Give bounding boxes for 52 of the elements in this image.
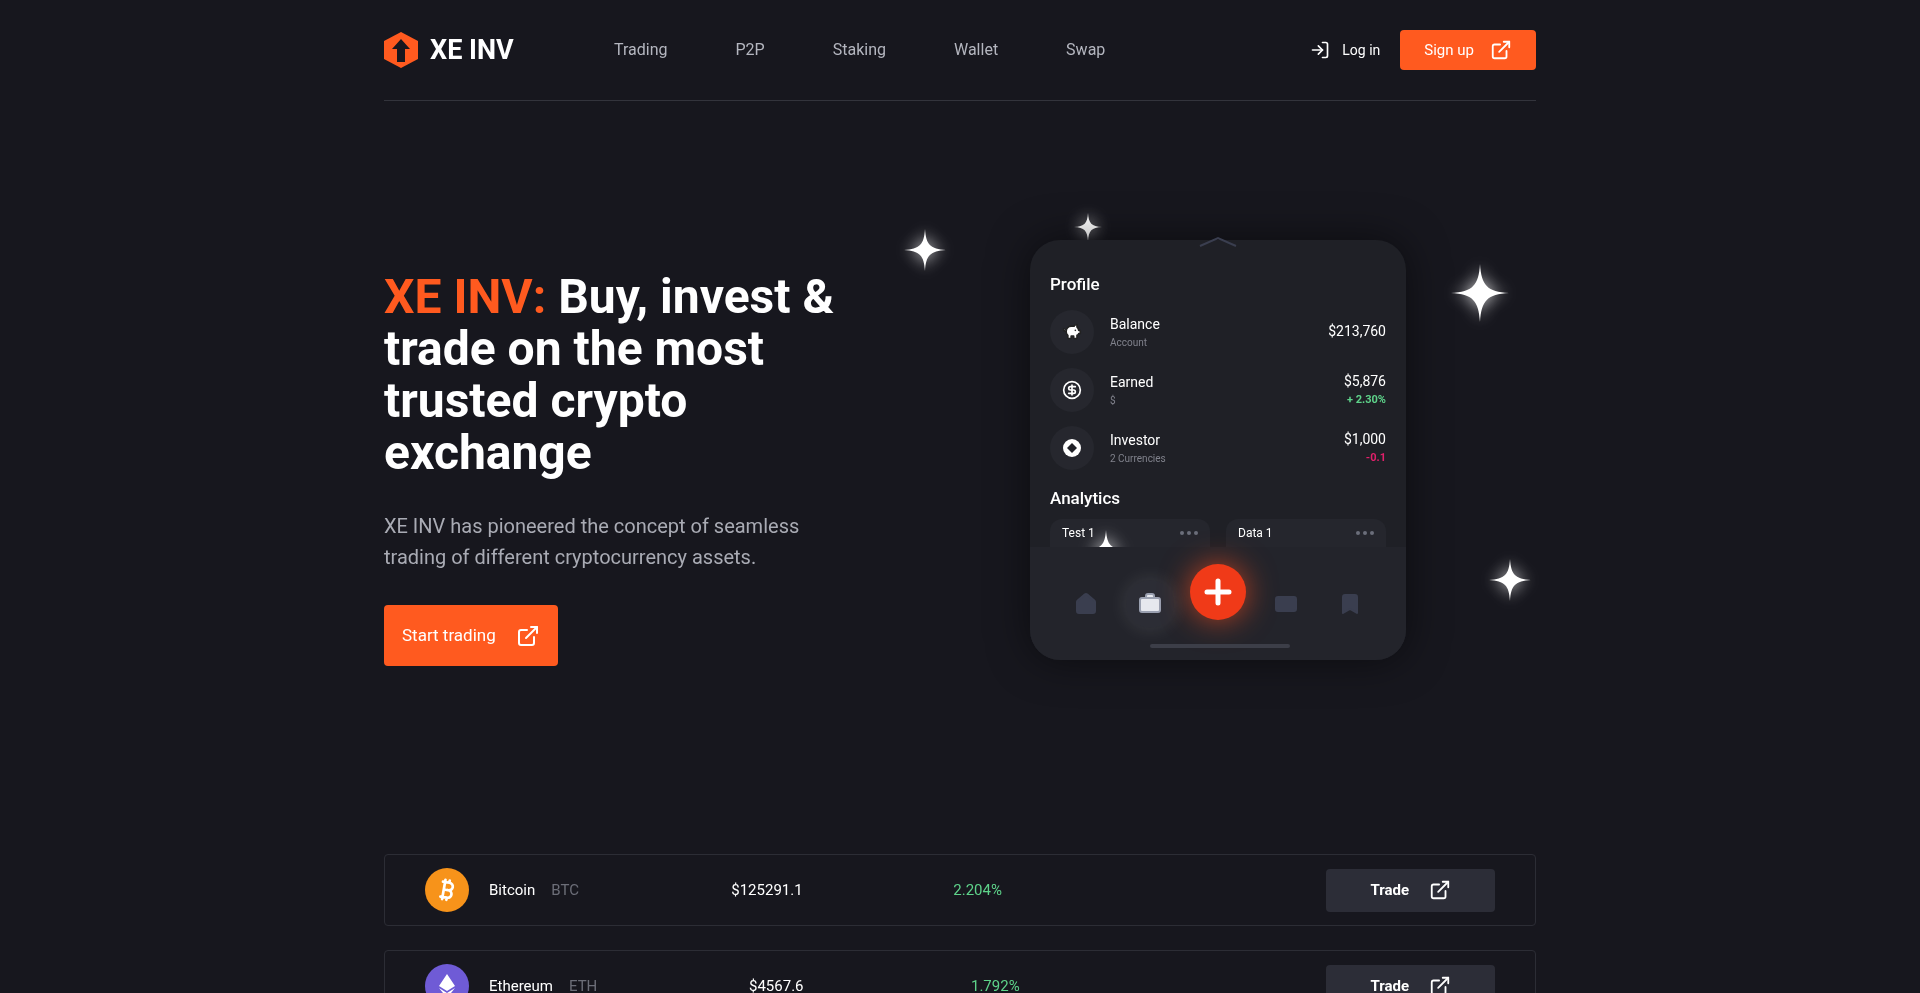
analytics-card[interactable]: Test 1 — [1050, 519, 1210, 547]
hero-title: XE INV: Buy, invest & trade on the most trusted crypto exchange — [384, 271, 836, 479]
more-icon[interactable] — [1180, 531, 1198, 535]
bitcoin-logo-icon — [425, 868, 469, 912]
nav-link[interactable]: Swap — [1066, 38, 1106, 62]
item-value: $213,760 — [1328, 322, 1386, 341]
home-icon[interactable] — [1074, 591, 1098, 616]
piggy-bank-icon — [1062, 321, 1082, 342]
section-title: Profile — [1050, 273, 1101, 296]
coin-price: $4567.6 — [749, 975, 805, 993]
chevron-up-icon — [1198, 236, 1238, 248]
external-link-icon — [1490, 39, 1512, 61]
item-value: $5,876 — [1343, 371, 1386, 391]
hero-description: XE INV has pioneered the concept of seamless trading of different cryptocurrency assets. — [384, 513, 801, 571]
item-subtitle: Account — [1110, 335, 1148, 350]
item-change: -0.1 — [1365, 449, 1386, 466]
more-icon[interactable] — [1356, 531, 1374, 535]
coin-change: 2.204% — [953, 879, 1003, 901]
brand-name: XE INV — [430, 32, 514, 68]
item-name: Earned — [1110, 372, 1155, 392]
coin-symbol: BTC — [551, 879, 580, 901]
logo-icon — [384, 32, 418, 68]
coin-change: 1.792% — [971, 975, 1021, 993]
coin-price: $125291.1 — [731, 879, 804, 901]
nav-link[interactable]: Staking — [832, 38, 886, 62]
coin-name: Bitcoin — [489, 879, 536, 901]
item-value: $1,000 — [1343, 429, 1386, 449]
item-change: + 2.30% — [1347, 391, 1386, 408]
sparkle-icon — [1074, 213, 1102, 241]
coin-icon — [1062, 379, 1082, 400]
item-name: Balance — [1110, 314, 1161, 334]
item-subtitle: 2 Currencies — [1110, 451, 1167, 466]
trade-button[interactable]: Trade — [1326, 964, 1495, 993]
analytics-card[interactable]: Data 1 — [1226, 519, 1386, 547]
section-title: Analytics — [1050, 486, 1122, 510]
external-link-icon — [1429, 879, 1451, 901]
login-icon — [1310, 40, 1331, 60]
item-subtitle: $ — [1110, 393, 1117, 408]
item-name: Investor — [1110, 430, 1162, 450]
external-link-icon — [515, 623, 540, 648]
login-link[interactable]: Log in — [1342, 39, 1381, 61]
diamond-coin-icon — [1062, 437, 1082, 458]
external-link-icon — [1429, 975, 1451, 993]
nav-link[interactable]: P2P — [735, 38, 765, 62]
plus-icon — [1204, 577, 1232, 606]
trade-button[interactable]: Trade — [1326, 868, 1495, 912]
nav-link[interactable]: Wallet — [953, 38, 999, 62]
coin-name: Ethereum — [489, 975, 553, 993]
nav-link[interactable]: Trading — [614, 38, 668, 62]
add-button[interactable] — [1190, 563, 1246, 620]
coin-symbol: ETH — [569, 975, 599, 993]
briefcase-icon[interactable] — [1138, 591, 1162, 616]
